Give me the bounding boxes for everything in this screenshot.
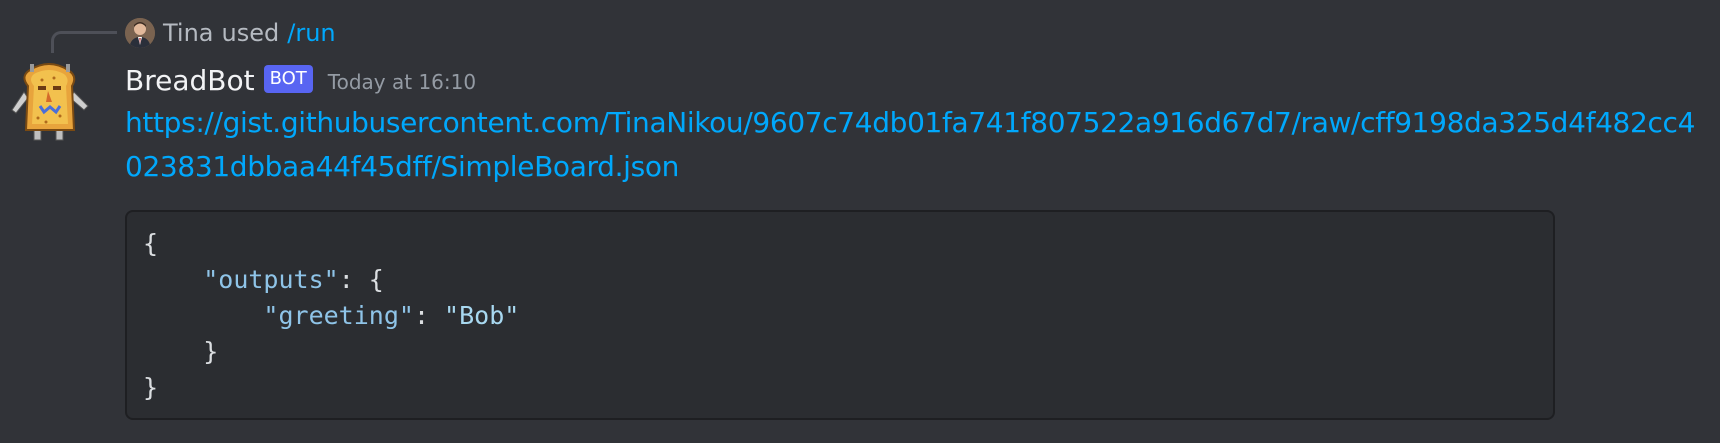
- gist-url-link[interactable]: https://gist.githubusercontent.com/TinaN…: [125, 101, 1705, 189]
- reply-reference[interactable]: Tina used /run: [125, 16, 336, 50]
- code-outer-close-brace: }: [143, 373, 159, 402]
- code-key-greeting: "greeting": [263, 301, 414, 330]
- reply-username[interactable]: Tina: [163, 19, 214, 47]
- bot-avatar-icon[interactable]: [10, 60, 92, 144]
- reply-spine-line: [51, 31, 117, 53]
- chat-message: Tina used /run BreadBot BOT Today at 16:…: [0, 0, 1720, 443]
- code-key-outputs: "outputs": [203, 265, 339, 294]
- json-code-block: { "outputs": { "greeting": "Bob" } }: [125, 210, 1555, 420]
- bot-tag-badge: BOT: [263, 65, 313, 93]
- bot-username[interactable]: BreadBot: [125, 64, 255, 97]
- code-open-brace: {: [143, 229, 159, 258]
- reply-used-label: used: [221, 19, 280, 47]
- code-colon: :: [413, 301, 445, 330]
- message-header: BreadBot BOT Today at 16:10: [125, 60, 476, 100]
- message-timestamp[interactable]: Today at 16:10: [328, 70, 476, 94]
- code-content: { "outputs": { "greeting": "Bob" } }: [127, 212, 1553, 406]
- code-inner-close-brace: }: [203, 337, 219, 366]
- code-colon-brace: : {: [338, 265, 384, 294]
- code-value-bob: "Bob": [444, 301, 520, 330]
- reply-user-avatar-icon[interactable]: [125, 18, 155, 48]
- reply-command-link[interactable]: /run: [287, 19, 335, 47]
